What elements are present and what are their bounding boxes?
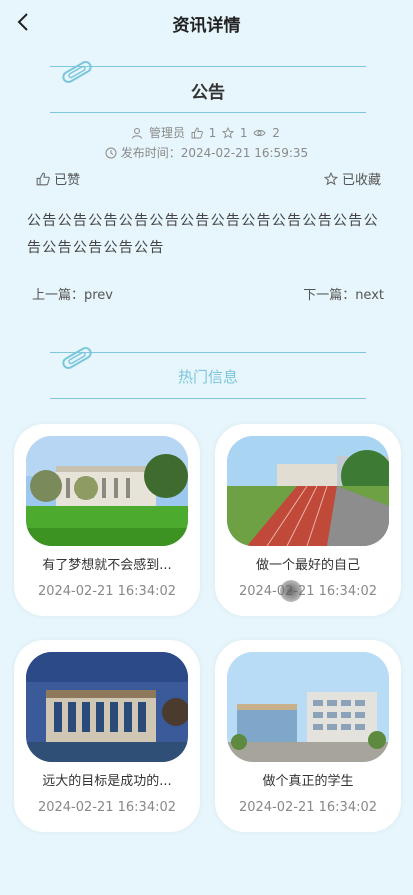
hot-header: 热门信息 bbox=[50, 340, 366, 402]
publish-time: 发布时间：2024-02-21 16:59:35 bbox=[120, 146, 309, 160]
notice-title: 公告 bbox=[191, 83, 225, 103]
divider bbox=[50, 398, 366, 399]
thumbs-up-icon bbox=[36, 172, 50, 186]
divider bbox=[50, 112, 366, 113]
running-track-image bbox=[227, 436, 389, 546]
notice-header: 公告 bbox=[50, 60, 366, 116]
card-date: 2024-02-21 16:34:02 bbox=[238, 584, 378, 599]
eye-icon bbox=[253, 129, 266, 137]
hot-card[interactable]: 有了梦想就不会感到... 2024-02-21 16:34:02 bbox=[14, 424, 200, 616]
card-date: 2024-02-21 16:34:02 bbox=[238, 800, 378, 815]
favorite-button[interactable]: 已收藏 bbox=[323, 169, 381, 188]
view-count: 2 bbox=[272, 126, 280, 140]
card-date: 2024-02-21 16:34:02 bbox=[37, 800, 177, 815]
author-name: 管理员 bbox=[148, 126, 185, 140]
card-title: 做个真正的学生 bbox=[262, 774, 354, 789]
card-title: 远大的目标是成功的... bbox=[42, 774, 172, 789]
top-bar: 资讯详情 bbox=[0, 0, 413, 44]
action-row: 已赞 已收藏 bbox=[36, 169, 381, 189]
divider bbox=[50, 352, 366, 353]
touch-indicator bbox=[280, 580, 302, 602]
like-button[interactable]: 已赞 bbox=[36, 169, 80, 188]
prev-article-link[interactable]: 上一篇：prev bbox=[32, 284, 113, 303]
hot-card[interactable]: 远大的目标是成功的... 2024-02-21 16:34:02 bbox=[14, 640, 200, 832]
star-icon bbox=[323, 172, 338, 186]
publish-time-row: 发布时间：2024-02-21 16:59:35 bbox=[0, 144, 413, 161]
page-title: 资讯详情 bbox=[172, 16, 241, 36]
card-date: 2024-02-21 16:34:02 bbox=[37, 584, 177, 599]
favorite-count: 1 bbox=[239, 126, 248, 140]
hot-card[interactable]: 做一个最好的自己 2024-02-21 16:34:02 bbox=[215, 424, 401, 616]
like-label: 已赞 bbox=[54, 173, 81, 188]
thumbs-up-icon bbox=[191, 127, 203, 139]
campus-lawn-image bbox=[26, 436, 188, 546]
teaching-building-image bbox=[227, 652, 389, 762]
card-title: 有了梦想就不会感到... bbox=[42, 558, 172, 573]
article-content: 公告公告公告公告公告公告公告公告公告公告公告公告公告公告公告公告 bbox=[27, 213, 379, 256]
hot-card[interactable]: 做个真正的学生 2024-02-21 16:34:02 bbox=[215, 640, 401, 832]
notice-meta: 管理员 1 1 2 bbox=[0, 124, 413, 141]
star-icon bbox=[222, 127, 235, 139]
library-building-image bbox=[26, 652, 188, 762]
divider bbox=[50, 66, 366, 67]
like-count: 1 bbox=[208, 126, 217, 140]
hot-title: 热门信息 bbox=[177, 368, 238, 386]
card-title: 做一个最好的自己 bbox=[255, 558, 360, 573]
favorite-label: 已收藏 bbox=[341, 173, 381, 188]
next-article-link[interactable]: 下一篇：next bbox=[303, 284, 384, 303]
clock-icon bbox=[105, 147, 117, 159]
user-icon bbox=[132, 128, 143, 139]
